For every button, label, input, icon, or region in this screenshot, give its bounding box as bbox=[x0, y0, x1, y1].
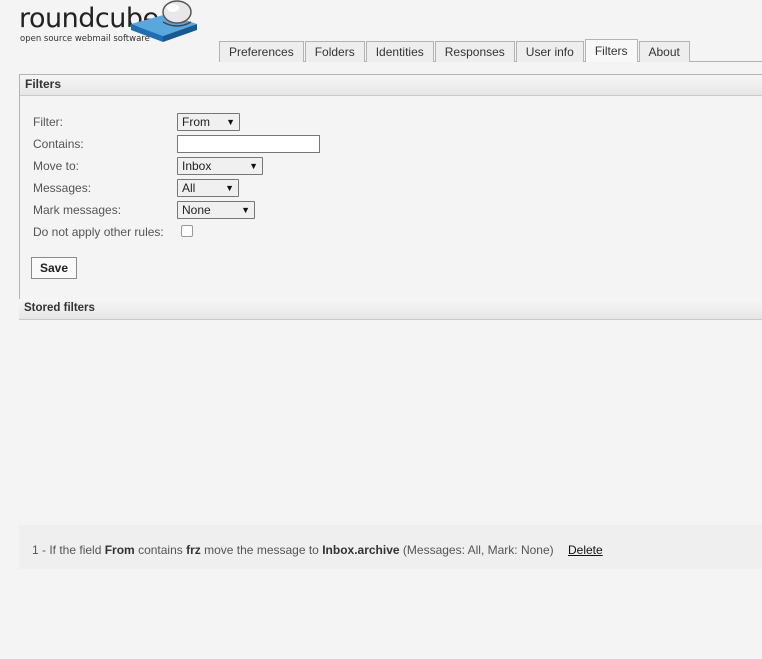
dropdown-arrow-icon: ▼ bbox=[225, 183, 234, 193]
filters-panel: Filters Filter: From ▼ Contains: Move to… bbox=[19, 74, 762, 301]
save-button[interactable]: Save bbox=[31, 257, 78, 279]
no-other-rules-checkbox[interactable] bbox=[181, 225, 193, 237]
stored-filters-title: Stored filters bbox=[19, 299, 762, 320]
mark-label: Mark messages: bbox=[33, 203, 122, 217]
stored-filter-field: From bbox=[104, 543, 135, 557]
filter-field-select[interactable]: From ▼ bbox=[177, 113, 240, 131]
stored-filter-text: 1 - If the field From contains frz move … bbox=[32, 543, 603, 557]
tab-preferences[interactable]: Preferences bbox=[219, 41, 304, 62]
tab-filters[interactable]: Filters bbox=[584, 39, 638, 62]
messages-label: Messages: bbox=[33, 181, 92, 195]
filter-field-value: From bbox=[182, 115, 210, 129]
delete-filter-link[interactable]: Delete bbox=[568, 543, 603, 557]
tab-folders[interactable]: Folders bbox=[304, 41, 365, 62]
filter-label: Filter: bbox=[33, 115, 63, 129]
settings-tabs: Preferences Folders Identities Responses… bbox=[219, 39, 691, 62]
filters-panel-title: Filters bbox=[20, 75, 762, 96]
move-to-select[interactable]: Inbox ▼ bbox=[177, 157, 263, 175]
stored-filter-prefix: 1 - If the field bbox=[32, 543, 102, 557]
tab-user-info[interactable]: User info bbox=[515, 41, 584, 62]
roundcube-cube-icon bbox=[131, 0, 197, 42]
tab-about[interactable]: About bbox=[638, 41, 690, 62]
mark-value: None bbox=[182, 203, 211, 217]
stored-filter-contains-word: contains bbox=[138, 543, 183, 557]
stored-filter-move-word: move the message to bbox=[204, 543, 319, 557]
dropdown-arrow-icon: ▼ bbox=[249, 161, 258, 171]
contains-label: Contains: bbox=[33, 137, 84, 151]
messages-value: All bbox=[182, 181, 196, 195]
stored-filter-details: (Messages: All, Mark: None) bbox=[402, 543, 554, 557]
mark-select[interactable]: None ▼ bbox=[177, 201, 255, 219]
move-to-value: Inbox bbox=[182, 159, 212, 173]
move-to-label: Move to: bbox=[33, 159, 80, 173]
no-other-rules-label: Do not apply other rules: bbox=[33, 225, 164, 239]
messages-select[interactable]: All ▼ bbox=[177, 179, 239, 197]
dropdown-arrow-icon: ▼ bbox=[226, 117, 235, 127]
stored-filter-item: 1 - If the field From contains frz move … bbox=[19, 525, 762, 569]
tab-identities[interactable]: Identities bbox=[365, 41, 434, 62]
stored-filter-folder: Inbox.archive bbox=[322, 543, 400, 557]
contains-input[interactable] bbox=[177, 135, 320, 153]
roundcube-logo[interactable]: roundcube open source webmail software bbox=[19, 0, 199, 46]
tab-responses[interactable]: Responses bbox=[434, 41, 515, 62]
dropdown-arrow-icon: ▼ bbox=[241, 205, 250, 215]
stored-filter-value: frz bbox=[186, 543, 201, 557]
